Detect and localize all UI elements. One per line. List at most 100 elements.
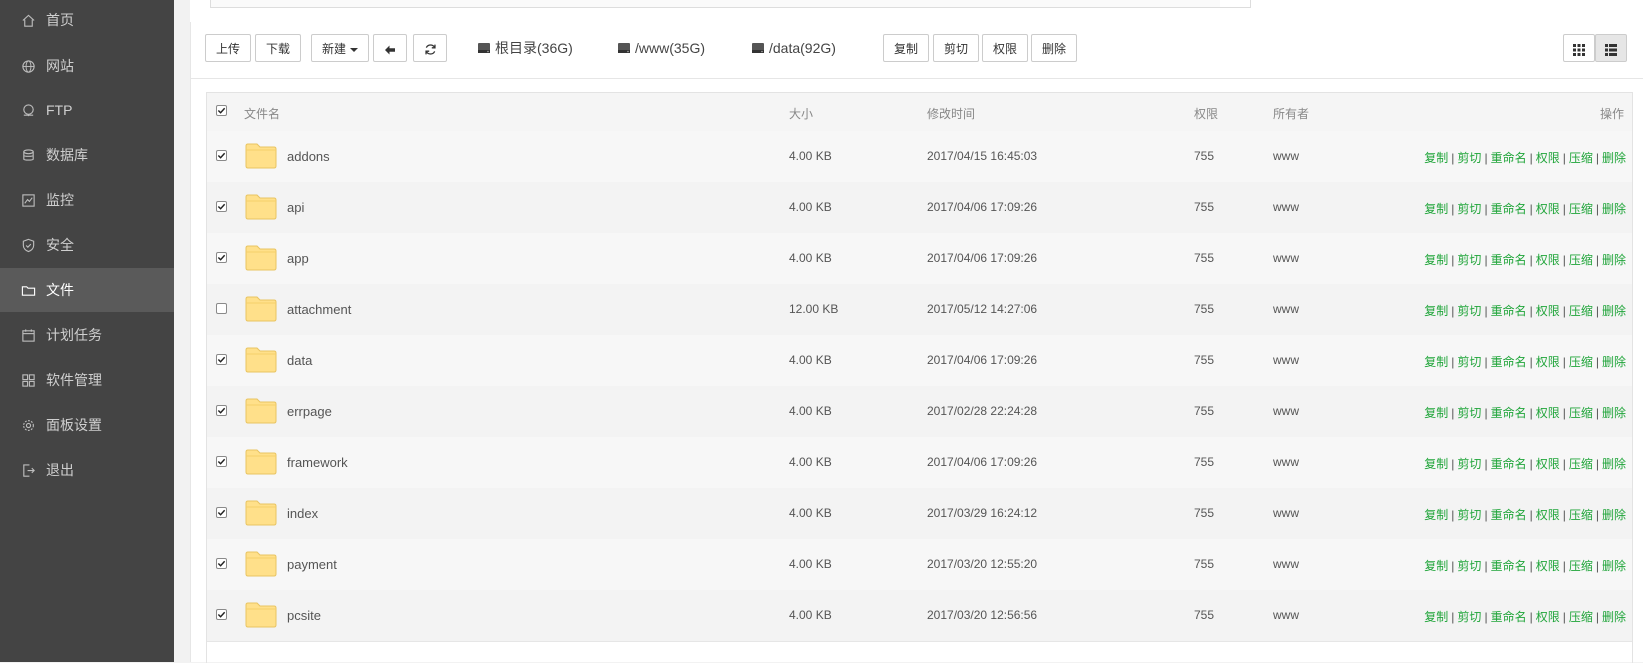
op-cut-link[interactable]: 剪切 <box>1457 355 1481 369</box>
new-dropdown-button[interactable]: 新建 <box>311 34 369 62</box>
op-delete-link[interactable]: 删除 <box>1602 508 1626 522</box>
delete-button[interactable]: 删除 <box>1031 34 1077 62</box>
refresh-button[interactable] <box>413 34 447 62</box>
file-name[interactable]: api <box>287 200 304 215</box>
row-checkbox[interactable] <box>216 405 227 416</box>
row-checkbox[interactable] <box>216 303 227 314</box>
op-copy-link[interactable]: 复制 <box>1424 508 1448 522</box>
table-row[interactable]: index 4.00 KB 2017/03/29 16:24:12 755 www 复制 |… <box>207 488 1632 540</box>
file-name[interactable]: data <box>287 353 312 368</box>
op-permission-link[interactable]: 权限 <box>1536 457 1560 471</box>
op-copy-link[interactable]: 复制 <box>1424 151 1448 165</box>
file-name[interactable]: addons <box>287 149 330 164</box>
op-delete-link[interactable]: 删除 <box>1602 457 1626 471</box>
op-cut-link[interactable]: 剪切 <box>1457 406 1481 420</box>
table-row[interactable]: payment 4.00 KB 2017/03/20 12:55:20 755 www 复… <box>207 539 1632 591</box>
op-compress-link[interactable]: 压缩 <box>1569 508 1593 522</box>
op-delete-link[interactable]: 删除 <box>1602 202 1626 216</box>
op-delete-link[interactable]: 删除 <box>1602 406 1626 420</box>
table-row[interactable]: pcsite 4.00 KB 2017/03/20 12:56:56 755 www 复制… <box>207 590 1632 642</box>
op-permission-link[interactable]: 权限 <box>1536 202 1560 216</box>
op-delete-link[interactable]: 删除 <box>1602 610 1626 624</box>
file-name[interactable]: payment <box>287 557 337 572</box>
op-compress-link[interactable]: 压缩 <box>1569 559 1593 573</box>
op-delete-link[interactable]: 删除 <box>1602 355 1626 369</box>
op-rename-link[interactable]: 重命名 <box>1491 304 1527 318</box>
table-row[interactable]: app 4.00 KB 2017/04/06 17:09:26 755 www 复制 | 剪切… <box>207 233 1632 285</box>
file-name[interactable]: pcsite <box>287 608 321 623</box>
upload-button[interactable]: 上传 <box>205 34 251 62</box>
table-row[interactable]: errpage 4.00 KB 2017/02/28 22:24:28 755 www 复… <box>207 386 1632 438</box>
op-copy-link[interactable]: 复制 <box>1424 457 1448 471</box>
op-cut-link[interactable]: 剪切 <box>1457 202 1481 216</box>
op-rename-link[interactable]: 重命名 <box>1491 508 1527 522</box>
permission-button[interactable]: 权限 <box>982 34 1028 62</box>
op-compress-link[interactable]: 压缩 <box>1569 253 1593 267</box>
folder-icon[interactable] <box>245 551 277 577</box>
sidebar-item-ftp[interactable]: FTP <box>0 88 174 132</box>
table-row[interactable]: data 4.00 KB 2017/04/06 17:09:26 755 www 复制 | 剪… <box>207 335 1632 387</box>
op-permission-link[interactable]: 权限 <box>1536 151 1560 165</box>
op-copy-link[interactable]: 复制 <box>1424 202 1448 216</box>
op-delete-link[interactable]: 删除 <box>1602 559 1626 573</box>
folder-icon[interactable] <box>245 143 277 169</box>
op-copy-link[interactable]: 复制 <box>1424 304 1448 318</box>
op-permission-link[interactable]: 权限 <box>1536 253 1560 267</box>
op-permission-link[interactable]: 权限 <box>1536 406 1560 420</box>
folder-icon[interactable] <box>245 194 277 220</box>
op-cut-link[interactable]: 剪切 <box>1457 457 1481 471</box>
copy-button[interactable]: 复制 <box>883 34 929 62</box>
op-delete-link[interactable]: 删除 <box>1602 253 1626 267</box>
op-cut-link[interactable]: 剪切 <box>1457 304 1481 318</box>
op-permission-link[interactable]: 权限 <box>1536 508 1560 522</box>
grid-view-button[interactable] <box>1563 34 1595 62</box>
folder-icon[interactable] <box>245 398 277 424</box>
select-all-checkbox[interactable] <box>216 105 227 116</box>
file-name[interactable]: errpage <box>287 404 332 419</box>
row-checkbox[interactable] <box>216 252 227 263</box>
sidebar-item-website[interactable]: 网站 <box>0 44 174 88</box>
op-copy-link[interactable]: 复制 <box>1424 610 1448 624</box>
path-input[interactable] <box>210 0 1222 8</box>
file-name[interactable]: app <box>287 251 309 266</box>
op-compress-link[interactable]: 压缩 <box>1569 610 1593 624</box>
sidebar-item-database[interactable]: 数据库 <box>0 133 174 177</box>
folder-icon[interactable] <box>245 245 277 271</box>
header-owner[interactable]: 所有者 <box>1273 105 1309 122</box>
op-compress-link[interactable]: 压缩 <box>1569 304 1593 318</box>
op-permission-link[interactable]: 权限 <box>1536 559 1560 573</box>
op-compress-link[interactable]: 压缩 <box>1569 406 1593 420</box>
cut-button[interactable]: 剪切 <box>933 34 979 62</box>
op-compress-link[interactable]: 压缩 <box>1569 457 1593 471</box>
folder-icon[interactable] <box>245 449 277 475</box>
download-button[interactable]: 下载 <box>255 34 301 62</box>
folder-icon[interactable] <box>245 500 277 526</box>
sidebar-item-cron[interactable]: 计划任务 <box>0 313 174 357</box>
row-checkbox[interactable] <box>216 609 227 620</box>
op-copy-link[interactable]: 复制 <box>1424 253 1448 267</box>
file-name[interactable]: attachment <box>287 302 351 317</box>
back-button[interactable] <box>373 34 407 62</box>
table-row[interactable]: attachment 12.00 KB 2017/05/12 14:27:06 755… <box>207 284 1632 336</box>
op-copy-link[interactable]: 复制 <box>1424 559 1448 573</box>
row-checkbox[interactable] <box>216 558 227 569</box>
table-row[interactable]: api 4.00 KB 2017/04/06 17:09:26 755 www 复制 | 剪切… <box>207 182 1632 234</box>
op-compress-link[interactable]: 压缩 <box>1569 355 1593 369</box>
row-checkbox[interactable] <box>216 201 227 212</box>
op-delete-link[interactable]: 删除 <box>1602 151 1626 165</box>
disk-data[interactable]: /data(92G) <box>751 34 836 62</box>
op-cut-link[interactable]: 剪切 <box>1457 151 1481 165</box>
path-go-button[interactable] <box>1220 0 1251 8</box>
op-cut-link[interactable]: 剪切 <box>1457 508 1481 522</box>
op-rename-link[interactable]: 重命名 <box>1491 610 1527 624</box>
header-mtime[interactable]: 修改时间 <box>927 105 975 122</box>
folder-icon[interactable] <box>245 296 277 322</box>
row-checkbox[interactable] <box>216 354 227 365</box>
table-row[interactable]: addons 4.00 KB 2017/04/15 16:45:03 755 www 复制… <box>207 131 1632 183</box>
op-permission-link[interactable]: 权限 <box>1536 304 1560 318</box>
folder-icon[interactable] <box>245 347 277 373</box>
header-perm[interactable]: 权限 <box>1194 105 1218 122</box>
op-rename-link[interactable]: 重命名 <box>1491 355 1527 369</box>
op-delete-link[interactable]: 删除 <box>1602 304 1626 318</box>
op-rename-link[interactable]: 重命名 <box>1491 457 1527 471</box>
